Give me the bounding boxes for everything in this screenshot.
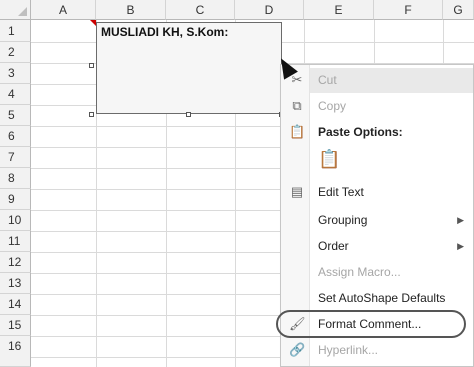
chevron-right-icon: ▶ [457, 215, 464, 225]
row-header-7[interactable]: 7 [0, 147, 31, 168]
row-header-12[interactable]: 12 [0, 252, 31, 273]
row-header-11[interactable]: 11 [0, 231, 31, 252]
column-header-e[interactable]: E [304, 0, 374, 20]
row-header-14[interactable]: 14 [0, 294, 31, 315]
menu-item-copy[interactable]: ⧉ Copy [281, 93, 473, 119]
comment-box[interactable]: MUSLIADI KH, S.Kom: [96, 22, 282, 114]
menu-item-hyperlink[interactable]: 🔗 Hyperlink... [281, 337, 473, 363]
menu-label-copy: Copy [318, 99, 347, 113]
row-header-2[interactable]: 2 [0, 42, 31, 63]
row-header-4[interactable]: 4 [0, 84, 31, 105]
column-header-g[interactable]: G [443, 0, 474, 20]
select-all-corner[interactable] [0, 0, 31, 20]
row-header-10[interactable]: 10 [0, 210, 31, 231]
row-header-15[interactable]: 15 [0, 315, 31, 336]
clipboard-icon: 📋 [289, 124, 306, 139]
resize-handle[interactable] [186, 112, 191, 117]
paste-icon[interactable]: 📋 [318, 150, 340, 168]
menu-label-cut: Cut [318, 73, 337, 87]
menu-item-grouping[interactable]: Grouping ▶ [281, 207, 473, 233]
menu-label-hyperlink: Hyperlink... [318, 343, 379, 357]
row-header-9[interactable]: 9 [0, 189, 31, 210]
row-header-3[interactable]: 3 [0, 63, 31, 84]
column-header-b[interactable]: B [96, 0, 166, 20]
menu-label-grouping: Grouping [318, 213, 368, 227]
menu-item-edit-text[interactable]: ▤ Edit Text [281, 179, 473, 205]
row-header-5[interactable]: 5 [0, 105, 31, 126]
menu-label-edit-text: Edit Text [318, 185, 364, 199]
highlight-oval [276, 310, 466, 338]
row-header-8[interactable]: 8 [0, 168, 31, 189]
menu-item-assign-macro[interactable]: Assign Macro... [281, 259, 473, 285]
spreadsheet-grid[interactable]: A B C D E F G 1 2 3 4 5 6 7 8 9 10 11 12… [0, 0, 474, 367]
menu-item-order[interactable]: Order ▶ [281, 233, 473, 259]
menu-label-order: Order [318, 239, 349, 253]
chevron-right-icon: ▶ [457, 241, 464, 251]
paste-option-row: 📋 [281, 145, 473, 179]
row-header-6[interactable]: 6 [0, 126, 31, 147]
column-header-a[interactable]: A [31, 0, 96, 20]
column-header-d[interactable]: D [235, 0, 304, 20]
row-header-1[interactable]: 1 [0, 20, 31, 42]
resize-handle[interactable] [89, 63, 94, 68]
column-header-f[interactable]: F [374, 0, 443, 20]
copy-icon: ⧉ [292, 98, 302, 113]
menu-item-cut[interactable]: ✂ Cut [281, 67, 473, 93]
menu-header-paste-options: 📋 Paste Options: [281, 119, 473, 145]
text-box-icon: ▤ [290, 184, 304, 199]
menu-label-assign-macro: Assign Macro... [318, 265, 401, 279]
column-header-c[interactable]: C [166, 0, 235, 20]
menu-label-paste-options: Paste Options: [318, 125, 403, 139]
row-header-13[interactable]: 13 [0, 273, 31, 294]
link-icon: 🔗 [289, 342, 306, 357]
resize-handle[interactable] [89, 112, 94, 117]
row-header-16[interactable]: 16 [0, 336, 31, 367]
comment-author: MUSLIADI KH, S.Kom: [101, 25, 229, 39]
menu-label-set-autoshape-defaults: Set AutoShape Defaults [318, 291, 446, 305]
menu-item-set-autoshape-defaults[interactable]: Set AutoShape Defaults [281, 285, 473, 311]
